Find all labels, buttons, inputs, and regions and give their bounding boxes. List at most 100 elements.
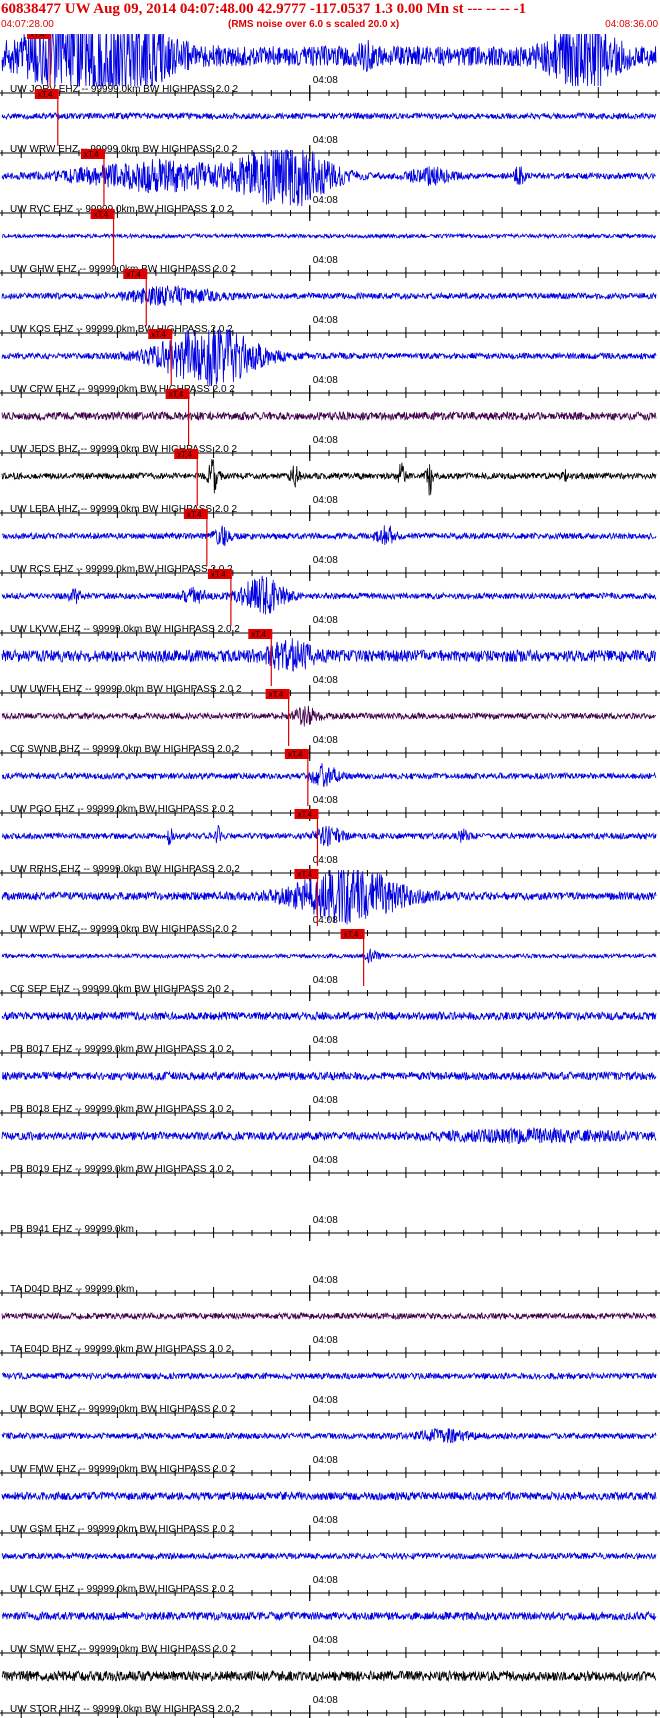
pick-label: xT.4 xyxy=(126,270,141,279)
start-time: 04:07:28.00 xyxy=(1,19,54,30)
waveform xyxy=(1,111,657,121)
trace-row: 04:08UW LEBA HHZ -- 99999.0km BW HIGHPAS… xyxy=(0,449,660,521)
waveform xyxy=(1,1311,657,1321)
trace-row: 04:08 PB B019 EHZ -- 99999.0km BW HIGHPAS… xyxy=(0,1126,660,1181)
pick-label: xT.4 xyxy=(211,570,226,579)
waveform xyxy=(1,1610,657,1622)
tick-label: 04:08 xyxy=(313,1395,338,1406)
station-label: UW STOR HHZ -- 99999.0km BW HIGHPASS 2.0… xyxy=(10,1704,240,1715)
trace-row: 04:08 PB B941 EHZ -- 99999.0km xyxy=(0,1215,660,1241)
trace-row: 04:08 UW LKVW EHZ -- 99999.0km BW HIGHPAS… xyxy=(0,569,660,641)
pick-label: xT.4 xyxy=(94,210,109,219)
tick-label: 04:08 xyxy=(313,1695,338,1706)
station-label: UW CPW EHZ -- 99999.0km BW HIGHPASS 2.0 … xyxy=(10,384,235,395)
station-label: TA E04D BHZ -- 99999.0km BW HIGHPASS 2.0… xyxy=(10,1344,232,1355)
waveform xyxy=(1,459,657,496)
waveform xyxy=(1,1551,657,1561)
tick-label: 04:08 xyxy=(313,195,338,206)
station-label: UW UWFH EHZ -- 99999.0km BW HIGHPASS 2.0… xyxy=(10,684,242,695)
station-label: UW WPW EHZ -- 99999.0km BW HIGHPASS 2.0 … xyxy=(10,924,238,935)
trace-row: 04:08 UW BOW EHZ -- 99999.0km BW HIGHPASS… xyxy=(0,1371,660,1421)
pick-label: xT.4 xyxy=(344,930,359,939)
station-label: UW RVC EHZ -- 99999.0km BW HIGHPASS 2.0 … xyxy=(10,204,233,215)
pick-label: xT.4 xyxy=(30,34,45,39)
waveform xyxy=(1,1490,657,1502)
station-label: UW GHW EHZ -- 99999.0km BW HIGHPASS 2.0 … xyxy=(10,264,236,275)
tick-label: 04:08 xyxy=(313,1455,338,1466)
tick-label: 04:08 xyxy=(313,495,338,506)
station-label: UW SMW EHZ -- 99999.0km BW HIGHPASS 2.0 … xyxy=(10,1644,236,1655)
waveform xyxy=(1,1371,657,1381)
station-label: PB B019 EHZ -- 99999.0km BW HIGHPASS 2.0… xyxy=(10,1164,232,1175)
station-label: PB B018 EHZ -- 99999.0km BW HIGHPASS 2.0… xyxy=(10,1104,232,1115)
station-label: CC SWNB BHZ -- 99999.0km BW HIGHPASS 2.0… xyxy=(10,744,240,755)
waveform xyxy=(1,638,657,672)
waveform xyxy=(1,410,657,422)
trace-row: 04:08 UW SMW EHZ -- 99999.0km BW HIGHPASS… xyxy=(0,1610,660,1661)
trace-row: 04:08 UW RCS EHZ -- 99999.0km BW HIGHPASS… xyxy=(0,509,660,581)
tick-label: 04:08 xyxy=(313,1275,338,1286)
tick-label: 04:08 xyxy=(313,315,338,326)
waveform xyxy=(1,575,657,615)
trace-row: 04:08 UW GHW EHZ -- 99999.0km BW HIGHPASS… xyxy=(0,209,660,281)
pick-label: xT.4 xyxy=(251,630,266,639)
station-label: UW WRW EHZ -- 99999.0km BW HIGHPASS 2.0 … xyxy=(10,144,238,155)
trace-row: 04:08UW JORV EHZ -- 99999.0km BW HIGHPAS… xyxy=(0,34,660,101)
tick-label: 04:08 xyxy=(313,795,338,806)
trace-row: 04:08 UW KOS EHZ -- 99999.0km BW HIGHPASS… xyxy=(0,269,660,341)
tick-label: 04:08 xyxy=(313,555,338,566)
station-label: CC SEP EHZ -- 99999.0km BW HIGHPASS 2.0 … xyxy=(10,984,230,995)
rms-note: (RMS noise over 6.0 s scaled 20.0 x) xyxy=(228,19,400,30)
tick-label: 04:08 xyxy=(313,675,338,686)
trace-row: 04:08 UW GSM EHZ -- 99999.0km BW HIGHPASS… xyxy=(0,1490,660,1541)
station-label: UW RCS EHZ -- 99999.0km BW HIGHPASS 2.0 … xyxy=(10,564,233,575)
end-time: 04:08:36.00 xyxy=(605,19,658,30)
trace-row: 04:08 CC SWNB BHZ -- 99999.0km BW HIGHPAS… xyxy=(0,689,660,761)
waveform xyxy=(1,1427,657,1444)
tick-label: 04:08 xyxy=(313,75,338,86)
tick-label: 04:08 xyxy=(313,1635,338,1646)
pick-label: xT.4 xyxy=(169,390,184,399)
tick-label: 04:08 xyxy=(313,1515,338,1526)
trace-row: 04:08 TA E04D BHZ -- 99999.0km BW HIGHPAS… xyxy=(0,1311,660,1361)
tick-label: 04:08 xyxy=(313,435,338,446)
tick-label: 04:08 xyxy=(313,1335,338,1346)
trace-row: 04:08 UW JEDS BHZ -- 99999.0km BW HIGHPAS… xyxy=(0,389,660,461)
trace-row: 04:08 CC SEP EHZ -- 99999.0km BW HIGHPASS… xyxy=(0,929,660,1001)
trace-row: 04:08 UW CPW EHZ -- 99999.0km BW HIGHPASS… xyxy=(0,329,660,401)
waveform xyxy=(1,948,657,964)
pick-label: xT.4 xyxy=(84,150,99,159)
station-label: PB B941 EHZ -- 99999.0km xyxy=(10,1224,134,1235)
trace-row: 04:08 UW LCW EHZ -- 99999.0km BW HIGHPASS… xyxy=(0,1551,660,1601)
waveform xyxy=(1,763,657,788)
plot-header: 60838477 UW Aug 09, 2014 04:07:48.00 42.… xyxy=(0,0,660,34)
tick-label: 04:08 xyxy=(313,1575,338,1586)
station-label: UW PGO EHZ -- 99999.0km BW HIGHPASS 2.0 … xyxy=(10,804,234,815)
pick-label: xT.4 xyxy=(151,330,166,339)
waveform xyxy=(1,1126,657,1144)
tick-label: 04:08 xyxy=(313,855,338,866)
waveform xyxy=(1,824,657,847)
tick-label: 04:08 xyxy=(313,1035,338,1046)
station-label: UW LKVW EHZ -- 99999.0km BW HIGHPASS 2.0… xyxy=(10,624,240,635)
waveform xyxy=(1,285,657,307)
event-title: 60838477 UW Aug 09, 2014 04:07:48.00 42.… xyxy=(1,1,527,17)
tick-label: 04:08 xyxy=(313,1155,338,1166)
seismogram-plot: 04:08UW JORV EHZ -- 99999.0km BW HIGHPAS… xyxy=(0,34,660,1718)
pick-label: xT.4 xyxy=(288,750,303,759)
waveform xyxy=(1,1010,657,1022)
trace-row: 04:08 UW STOR HHZ -- 99999.0km BW HIGHPAS… xyxy=(0,1669,660,1718)
pick-label: xT.4 xyxy=(177,450,192,459)
station-label: UW BOW EHZ -- 99999.0km BW HIGHPASS 2.0 … xyxy=(10,1404,236,1415)
station-label: UW FMW EHZ -- 99999.0km BW HIGHPASS 2.0 … xyxy=(10,1464,236,1475)
trace-row: 04:08 TA D04D BHZ -- 99999.0km xyxy=(0,1275,660,1301)
tick-label: 04:08 xyxy=(313,975,338,986)
pick-label: xT.4 xyxy=(297,870,312,879)
station-label: UW RRHS EHZ -- 99999.0km BW HIGHPASS 2.0… xyxy=(10,864,240,875)
pick-label: xT.4 xyxy=(297,810,312,819)
pick-label: xT.4 xyxy=(38,90,53,99)
waveform xyxy=(1,1669,657,1683)
station-label: TA D04D BHZ -- 99999.0km xyxy=(10,1284,134,1295)
station-label: PB B017 EHZ -- 99999.0km BW HIGHPASS 2.0… xyxy=(10,1044,232,1055)
station-label: UW JEDS BHZ -- 99999.0km BW HIGHPASS 2.0… xyxy=(10,444,238,455)
